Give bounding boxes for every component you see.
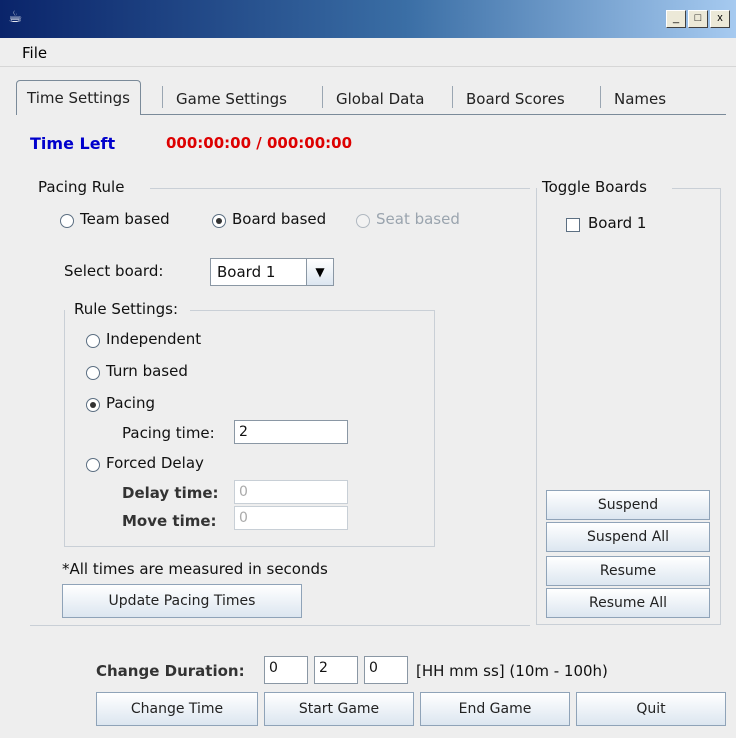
minimize-button[interactable]: _ xyxy=(666,10,686,28)
radio-turn-based[interactable] xyxy=(86,366,100,380)
tab-global-data[interactable]: Global Data xyxy=(326,84,434,114)
duration-format-hint: [HH mm ss] (10m - 100h) xyxy=(416,662,608,680)
suspend-all-button[interactable]: Suspend All xyxy=(546,522,710,552)
rule-settings-border xyxy=(190,310,434,311)
radio-seat-based-label: Seat based xyxy=(376,210,460,228)
toggle-boards-border-right xyxy=(720,188,721,624)
duration-minutes-input[interactable]: 2 xyxy=(314,656,358,684)
rule-settings-border-bottom xyxy=(64,546,435,547)
java-app-icon: ☕ xyxy=(8,7,23,26)
suspend-button[interactable]: Suspend xyxy=(546,490,710,520)
resume-all-button[interactable]: Resume All xyxy=(546,588,710,618)
tab-separator xyxy=(322,86,323,108)
radio-independent-label: Independent xyxy=(106,330,202,348)
menu-bar: File xyxy=(0,40,736,67)
board-1-label: Board 1 xyxy=(588,214,647,232)
chevron-down-icon[interactable]: ▼ xyxy=(306,259,333,285)
seconds-note: *All times are measured in seconds xyxy=(62,560,328,578)
pacing-time-label: Pacing time: xyxy=(122,424,215,442)
delay-time-label: Delay time: xyxy=(122,484,219,502)
update-pacing-times-button[interactable]: Update Pacing Times xyxy=(62,584,302,618)
quit-button[interactable]: Quit xyxy=(576,692,726,726)
delay-time-input[interactable]: 0 xyxy=(234,480,348,504)
window-controls: _ □ x xyxy=(666,10,730,28)
pacing-rule-border-bottom xyxy=(30,625,530,626)
close-button[interactable]: x xyxy=(710,10,730,28)
radio-pacing[interactable] xyxy=(86,398,100,412)
maximize-button[interactable]: □ xyxy=(688,10,708,28)
start-game-button[interactable]: Start Game xyxy=(264,692,414,726)
tab-separator xyxy=(162,86,163,108)
toggle-boards-title: Toggle Boards xyxy=(542,178,647,196)
radio-pacing-label: Pacing xyxy=(106,394,156,412)
radio-team-based-label: Team based xyxy=(80,210,170,228)
tab-bar: Time Settings Game Settings Global Data … xyxy=(16,80,726,115)
select-board-combo[interactable]: Board 1 ▼ xyxy=(210,258,334,286)
resume-button[interactable]: Resume xyxy=(546,556,710,586)
board-1-checkbox[interactable] xyxy=(566,218,580,232)
title-bar[interactable]: ☕ _ □ x xyxy=(0,0,736,38)
time-left-value: 000:00:00 / 000:00:00 xyxy=(166,134,353,152)
tab-board-scores[interactable]: Board Scores xyxy=(456,84,575,114)
change-duration-label: Change Duration: xyxy=(96,662,245,680)
radio-board-based-label: Board based xyxy=(232,210,327,228)
pacing-rule-border xyxy=(150,188,530,189)
duration-seconds-input[interactable]: 0 xyxy=(364,656,408,684)
rule-settings-border-right xyxy=(434,310,435,546)
radio-team-based[interactable] xyxy=(60,214,74,228)
toggle-boards-border-bottom xyxy=(536,624,721,625)
pacing-rule-title: Pacing Rule xyxy=(38,178,125,196)
tab-separator xyxy=(600,86,601,108)
duration-hours-input[interactable]: 0 xyxy=(264,656,308,684)
tab-separator xyxy=(452,86,453,108)
change-time-button[interactable]: Change Time xyxy=(96,692,258,726)
toggle-boards-border xyxy=(672,188,720,189)
rule-settings-border-left xyxy=(64,310,65,546)
radio-forced-delay[interactable] xyxy=(86,458,100,472)
tab-game-settings[interactable]: Game Settings xyxy=(166,84,297,114)
tab-names[interactable]: Names xyxy=(604,84,676,114)
time-left-label: Time Left xyxy=(30,134,116,153)
radio-forced-delay-label: Forced Delay xyxy=(106,454,204,472)
menu-file[interactable]: File xyxy=(22,44,47,62)
radio-turn-based-label: Turn based xyxy=(106,362,188,380)
radio-seat-based[interactable] xyxy=(356,214,370,228)
tab-time-settings[interactable]: Time Settings xyxy=(16,80,142,115)
move-time-label: Move time: xyxy=(122,512,217,530)
rule-settings-title: Rule Settings: xyxy=(74,300,178,318)
radio-board-based[interactable] xyxy=(212,214,226,228)
radio-independent[interactable] xyxy=(86,334,100,348)
move-time-input[interactable]: 0 xyxy=(234,506,348,530)
end-game-button[interactable]: End Game xyxy=(420,692,570,726)
select-board-label: Select board: xyxy=(64,262,164,280)
toggle-boards-border-left xyxy=(536,188,537,624)
select-board-value: Board 1 xyxy=(217,263,276,281)
app-window: ☕ _ □ x File Time Settings Game Settings… xyxy=(0,0,736,738)
pacing-time-input[interactable]: 2 xyxy=(234,420,348,444)
